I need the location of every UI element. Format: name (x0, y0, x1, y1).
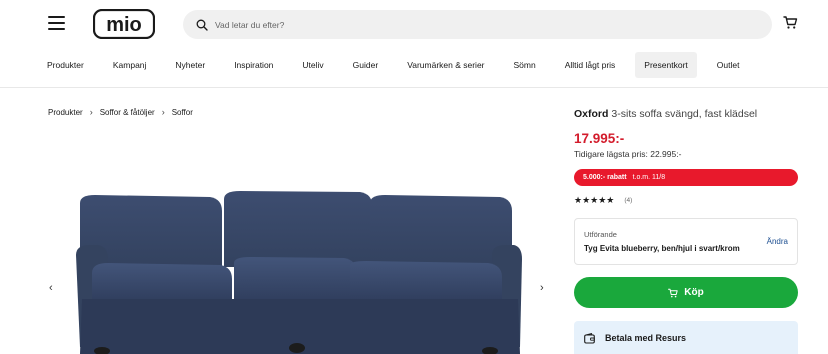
previous-lowest-price: Tidigare lägsta pris: 22.995:- (574, 149, 682, 159)
nav-item-kampanj[interactable]: Kampanj (104, 52, 156, 78)
breadcrumb-separator: › (89, 107, 93, 117)
nav-item-alltid-lagt-pris[interactable]: Alltid lågt pris (556, 52, 625, 78)
nav-item-produkter[interactable]: Produkter (38, 52, 93, 78)
breadcrumb-soffor[interactable]: Soffor (172, 108, 193, 117)
product-description: 3-sits soffa svängd, fast klädsel (611, 108, 758, 120)
header: mio (0, 0, 828, 48)
cart-icon (668, 288, 678, 297)
cart-icon[interactable] (783, 15, 798, 30)
product-title: Oxford 3-sits soffa svängd, fast klädsel (574, 108, 757, 120)
variant-label: Utförande (584, 230, 617, 239)
breadcrumb-soffor-fatoljer[interactable]: Soffor & fåtöljer (100, 108, 155, 117)
nav-item-inspiration[interactable]: Inspiration (225, 52, 282, 78)
nav-item-nyheter[interactable]: Nyheter (166, 52, 214, 78)
search-bar[interactable] (183, 10, 772, 39)
menu-icon[interactable] (48, 16, 65, 30)
product-image (76, 191, 522, 354)
nav-item-outlet[interactable]: Outlet (708, 52, 749, 78)
payment-resurs-box[interactable]: Betala med Resurs (574, 321, 798, 354)
discount-badge: 5.000:- rabatt t.o.m. 11/8 (574, 169, 798, 186)
search-icon (196, 19, 208, 31)
rating-count: (4) (624, 197, 633, 204)
variant-value: Tyg Evita blueberry, ben/hjul i svart/kr… (584, 244, 740, 253)
nav-item-presentkort[interactable]: Presentkort (635, 52, 697, 78)
variant-selector[interactable]: Utförande Tyg Evita blueberry, ben/hjul … (574, 218, 798, 265)
mio-logo[interactable]: mio (93, 9, 155, 39)
buy-button-label: Köp (684, 287, 704, 298)
product-price: 17.995:- (574, 131, 625, 146)
discount-amount: 5.000:- rabatt (583, 174, 627, 181)
wallet-icon (584, 333, 595, 344)
nav-item-guider[interactable]: Guider (344, 52, 388, 78)
payment-title: Betala med Resurs (605, 333, 687, 343)
carousel-prev-icon[interactable]: ‹ (49, 282, 53, 294)
buy-button[interactable]: Köp (574, 277, 798, 308)
breadcrumb-produkter[interactable]: Produkter (48, 108, 83, 117)
header-divider (0, 87, 828, 88)
search-input[interactable] (215, 19, 715, 30)
discount-until: t.o.m. 11/8 (632, 174, 666, 181)
nav-item-somn[interactable]: Sömn (505, 52, 545, 78)
carousel-next-icon[interactable]: › (540, 282, 544, 294)
breadcrumb: Produkter › Soffor & fåtöljer › Soffor (48, 107, 193, 117)
product-brand: Oxford (574, 108, 609, 120)
nav-item-varumarken[interactable]: Varumärken & serier (398, 52, 493, 78)
breadcrumb-separator: › (161, 107, 165, 117)
main-nav: Produkter Kampanj Nyheter Inspiration Ut… (38, 52, 759, 78)
rating-stars-icon: ★★★★★ (574, 195, 615, 205)
svg-text:mio: mio (106, 14, 142, 36)
variant-change-link[interactable]: Ändra (767, 237, 788, 246)
product-rating[interactable]: ★★★★★ (4) (574, 195, 632, 206)
nav-item-uteliv[interactable]: Uteliv (293, 52, 332, 78)
